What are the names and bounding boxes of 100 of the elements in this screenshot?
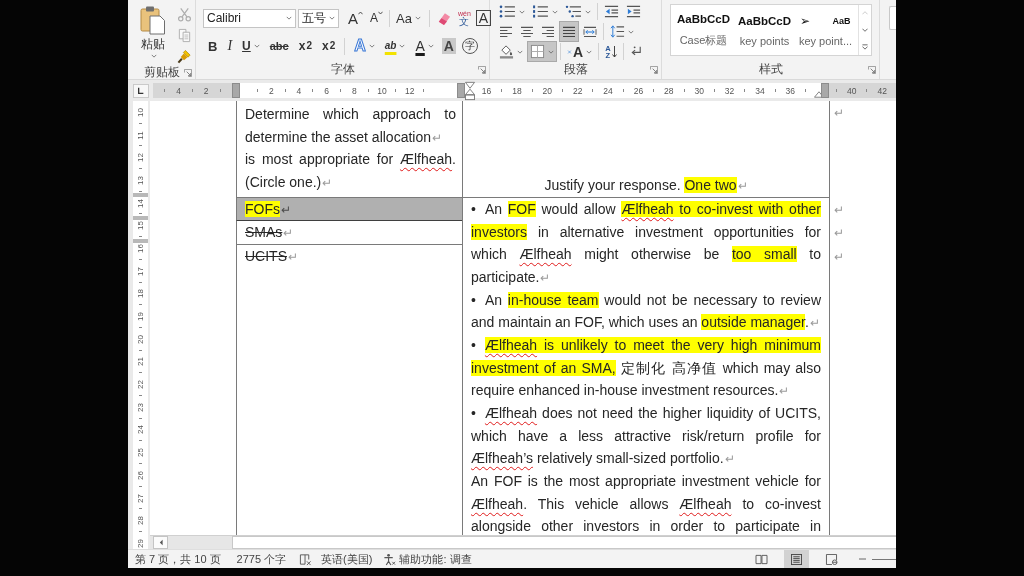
ruler-number: 18: [511, 85, 523, 96]
column-marker[interactable]: [232, 83, 240, 98]
character-border-button[interactable]: A: [475, 10, 492, 26]
ruler-number: 14: [136, 198, 145, 208]
ruler-number: 21: [136, 357, 145, 367]
ruler-number: 12: [136, 153, 145, 163]
style-preview[interactable]: AaBbCcD: [676, 13, 730, 25]
ruler-number: 22: [572, 85, 584, 96]
style-name[interactable]: key point...: [798, 34, 853, 47]
indent-marker[interactable]: [465, 81, 475, 101]
decrease-indent-icon: [604, 4, 619, 19]
font-name-box[interactable]: Calibri: [203, 8, 296, 28]
ruler-number: 11: [136, 130, 145, 140]
ruler-number: 10: [136, 107, 145, 117]
caret-icon: [586, 49, 593, 54]
ruler-number: 28: [136, 516, 145, 526]
answer-option[interactable]: FOFs↵: [236, 198, 462, 221]
answer-option[interactable]: SMAs↵: [236, 221, 462, 245]
align-center-icon: [520, 25, 534, 38]
character-shading-button[interactable]: A: [441, 38, 456, 54]
ruler-number: 34: [754, 85, 766, 96]
shading-button[interactable]: [497, 42, 525, 61]
caret-icon: [552, 9, 558, 14]
tab-stop-icon[interactable]: [133, 83, 149, 98]
caret-icon: [548, 49, 554, 54]
font-color-button[interactable]: A: [413, 36, 436, 56]
ruler-number: 17: [136, 266, 145, 276]
row-marker[interactable]: [133, 239, 148, 243]
italic-button[interactable]: I: [225, 36, 235, 56]
row-end-mark: ↵: [834, 203, 844, 217]
right-indent-marker[interactable]: [814, 91, 824, 98]
response-prompt: Justify your response. One two↵: [544, 176, 748, 196]
strikethrough-button[interactable]: abc: [267, 36, 291, 56]
caret-icon: [628, 29, 634, 34]
highlight-button[interactable]: ab: [382, 36, 408, 56]
ruler-number: 20: [136, 334, 145, 344]
column-marker[interactable]: [457, 83, 465, 98]
down-arrow-icon: [611, 45, 617, 58]
ruler-number: 15: [136, 221, 145, 231]
style-preview[interactable]: ➢: [800, 13, 811, 28]
dialog-launcher-icon[interactable]: [868, 65, 876, 74]
ruler-number: 2: [267, 85, 275, 96]
cross-icon: [567, 49, 572, 54]
style-preview[interactable]: AaB: [832, 15, 851, 26]
ruler-number: 24: [602, 85, 614, 96]
accessibility-icon[interactable]: [383, 552, 397, 566]
grow-font-button[interactable]: A: [346, 8, 365, 28]
down-caret-icon: [378, 10, 384, 15]
justify-button[interactable]: [560, 22, 578, 41]
caret-up-icon: [862, 11, 868, 16]
style-name[interactable]: key points: [739, 34, 790, 47]
numbering-button[interactable]: [530, 2, 560, 21]
caret-left-icon: [158, 539, 163, 546]
more-caret-icon: [862, 43, 868, 50]
word-count[interactable]: 2775 个字: [236, 551, 287, 567]
ruler-number: 19: [136, 312, 145, 321]
borders-button[interactable]: [528, 42, 556, 61]
font-size-box[interactable]: 五号: [298, 8, 339, 28]
dialog-launcher-icon[interactable]: [650, 65, 658, 74]
align-right-icon: [541, 25, 555, 38]
question-text: Determine which approach to determine the asset allocation↵: [245, 105, 456, 147]
dialog-launcher-icon[interactable]: [478, 65, 486, 74]
ruler-number: 16: [136, 244, 145, 253]
ruler-number: 18: [136, 289, 145, 299]
shrink-font-button[interactable]: A: [368, 8, 386, 28]
dialog-launcher-icon[interactable]: [184, 68, 192, 77]
scroll-left-button[interactable]: [153, 536, 168, 549]
bold-button[interactable]: B: [206, 36, 220, 56]
underline-button[interactable]: U: [240, 36, 262, 56]
page-count[interactable]: 第 7 页，共 10 页: [135, 551, 221, 567]
print-layout-button[interactable]: [784, 550, 809, 568]
ruler-number: 40: [846, 85, 858, 96]
ruler-number: 13: [136, 175, 145, 185]
asian-layout-button[interactable]: A: [565, 42, 595, 61]
language-indicator[interactable]: 英语(美国): [321, 551, 373, 567]
ruler-number: 25: [136, 448, 145, 458]
row-end-mark: ↵: [834, 106, 844, 120]
ruler-number: 6: [323, 85, 330, 96]
caret-icon: [253, 44, 260, 48]
line-spacing-button[interactable]: [608, 22, 636, 41]
style-preview[interactable]: AaBbCcD: [737, 14, 791, 27]
superscript-button[interactable]: x$^{2}$: [319, 36, 338, 56]
return-arrow-icon: [629, 45, 643, 58]
align-left-icon: [499, 25, 513, 38]
paste-button[interactable]: 粘贴: [137, 4, 169, 62]
scissors-icon: [176, 7, 192, 22]
row-marker[interactable]: [133, 193, 148, 197]
column-marker[interactable]: [821, 83, 829, 98]
style-name[interactable]: Case标题: [679, 33, 728, 48]
caret-icon: [519, 9, 525, 14]
group-label: 剪贴板: [143, 65, 181, 80]
accessibility-status[interactable]: 辅助功能: 调查: [399, 551, 472, 567]
scrollbar-thumb[interactable]: [232, 536, 896, 549]
change-case-button[interactable]: Aa: [394, 8, 425, 28]
horizontal-scrollbar[interactable]: [150, 535, 896, 549]
caret-icon: [585, 9, 591, 14]
proofing-book-icon[interactable]: [299, 552, 313, 566]
row-marker[interactable]: [133, 216, 148, 220]
increase-indent-icon: [626, 4, 641, 19]
format-painter-button[interactable]: [175, 48, 193, 65]
